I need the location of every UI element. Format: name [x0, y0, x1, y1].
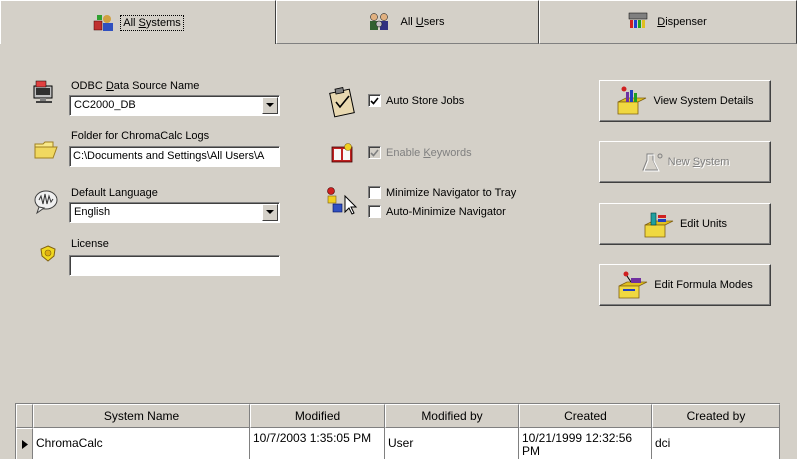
- systems-table: System Name Modified Modified by Created…: [15, 403, 780, 459]
- edit-units-icon: [644, 212, 674, 238]
- minimize-to-tray-label: Minimize Navigator to Tray: [386, 186, 517, 199]
- odbc-select-value: CC2000_DB: [74, 99, 136, 111]
- language-select[interactable]: English: [69, 202, 280, 223]
- speech-icon: [34, 190, 58, 215]
- edit-formula-modes-label: Edit Formula Modes: [654, 279, 753, 291]
- license-input[interactable]: [69, 255, 280, 276]
- column-header[interactable]: System Name: [33, 404, 250, 428]
- checkbox-box[interactable]: [368, 94, 381, 107]
- column-header[interactable]: Modified by: [385, 404, 519, 428]
- odbc-label: ODBC Data Source Name: [71, 80, 200, 92]
- dispenser-icon: [628, 12, 648, 28]
- tab-dispenser-label: Dispenser: [657, 16, 707, 28]
- row-selector[interactable]: [16, 428, 33, 459]
- tab-all-users-label: All Users: [400, 16, 445, 28]
- formula-modes-icon: [618, 271, 648, 299]
- new-system-button[interactable]: New System: [599, 141, 771, 183]
- tab-all-systems-label: All Systems: [120, 14, 184, 31]
- cell-created-by[interactable]: dci: [652, 428, 780, 459]
- auto-minimize-label: Auto-Minimize Navigator: [386, 205, 506, 218]
- column-header[interactable]: Created by: [652, 404, 780, 428]
- tab-strip: All Systems All Users Dispenser: [0, 0, 797, 44]
- checkbox-box[interactable]: [368, 146, 381, 159]
- keywords-book-icon: [331, 143, 353, 163]
- language-label: Default Language: [71, 187, 158, 199]
- license-label: License: [71, 238, 109, 250]
- folder-icon: [34, 141, 58, 159]
- cell-modified[interactable]: 10/7/2003 1:35:05 PM: [250, 428, 385, 459]
- edit-formula-modes-button[interactable]: Edit Formula Modes: [599, 264, 771, 306]
- logs-folder-label: Folder for ChromaCalc Logs: [71, 130, 210, 142]
- checkbox-box[interactable]: [368, 186, 381, 199]
- chevron-down-icon[interactable]: [262, 204, 278, 221]
- view-system-details-button[interactable]: View System Details: [599, 80, 771, 122]
- new-system-label: New System: [667, 156, 730, 168]
- language-select-value: English: [74, 206, 111, 218]
- new-system-icon: [641, 153, 663, 172]
- system-details-icon: [618, 86, 647, 115]
- column-header[interactable]: Modified: [250, 404, 385, 428]
- chevron-down-icon[interactable]: [262, 97, 278, 114]
- edit-units-button[interactable]: Edit Units: [599, 203, 771, 245]
- tab-dispenser[interactable]: Dispenser: [539, 0, 797, 44]
- cell-created[interactable]: 10/21/1999 12:32:56 PM: [519, 428, 652, 459]
- enable-keywords-checkbox[interactable]: Enable Keywords: [368, 146, 472, 159]
- users-icon: [370, 13, 389, 30]
- auto-store-jobs-label: Auto Store Jobs: [386, 94, 465, 107]
- logs-folder-input[interactable]: C:\Documents and Settings\All Users\A: [69, 146, 280, 167]
- checkbox-box[interactable]: [368, 205, 381, 218]
- tab-all-systems[interactable]: All Systems: [0, 0, 276, 44]
- row-selector-header: [16, 404, 33, 428]
- table-row[interactable]: ChromaCalc 10/7/2003 1:35:05 PM User 10/…: [16, 428, 780, 459]
- minimize-to-tray-checkbox[interactable]: Minimize Navigator to Tray: [368, 186, 516, 199]
- tab-all-users[interactable]: All Users: [276, 0, 539, 44]
- column-header[interactable]: Created: [519, 404, 652, 428]
- enable-keywords-label: Enable Keywords: [386, 146, 472, 159]
- license-icon: [40, 245, 56, 262]
- clipboard-icon: [329, 87, 355, 118]
- edit-units-label: Edit Units: [679, 218, 728, 230]
- table-header: System Name Modified Modified by Created…: [16, 404, 780, 428]
- cell-modified-by[interactable]: User: [385, 428, 519, 459]
- auto-store-jobs-checkbox[interactable]: Auto Store Jobs: [368, 94, 464, 107]
- systems-icon: [94, 14, 114, 31]
- cell-system-name[interactable]: ChromaCalc: [33, 428, 250, 459]
- odbc-select[interactable]: CC2000_DB: [69, 95, 280, 116]
- view-system-details-label: View System Details: [653, 95, 754, 107]
- logs-folder-value: C:\Documents and Settings\All Users\A: [73, 150, 265, 162]
- database-icon: [33, 80, 53, 103]
- navigator-icon: [327, 187, 358, 215]
- current-row-arrow-icon: [21, 439, 28, 449]
- auto-minimize-checkbox[interactable]: Auto-Minimize Navigator: [368, 205, 506, 218]
